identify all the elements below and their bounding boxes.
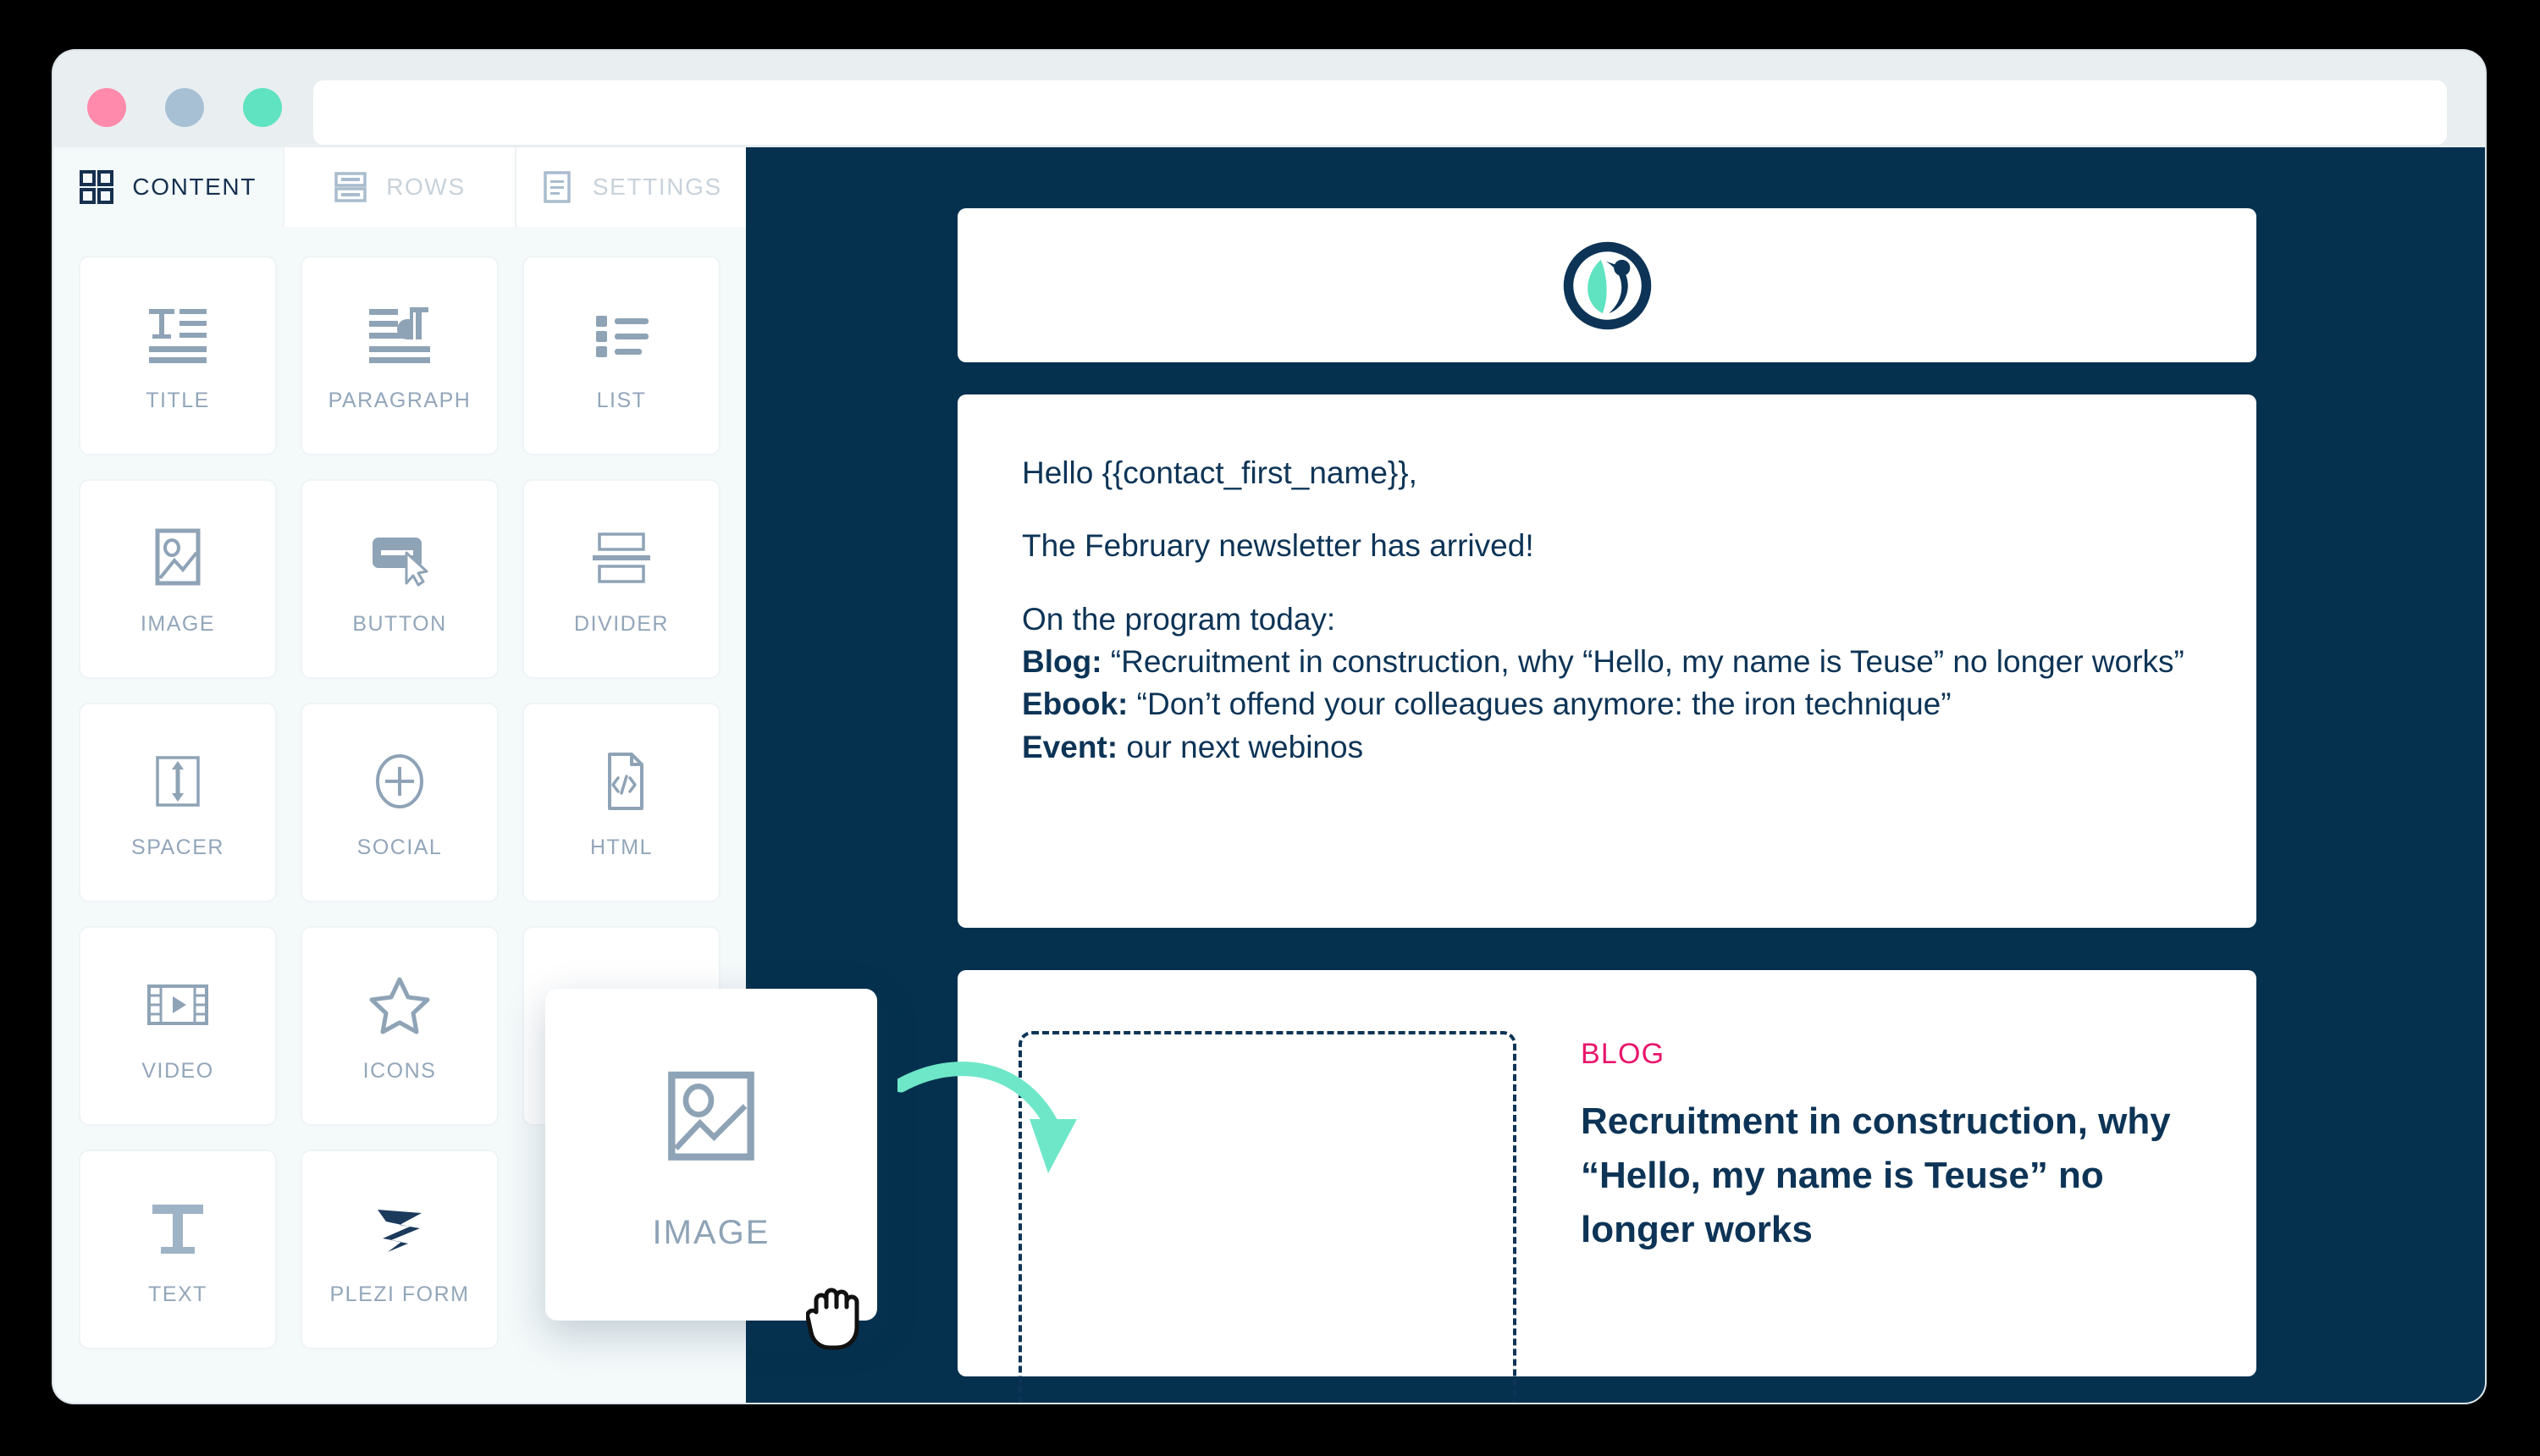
plezi-circle-leaf-logo-icon xyxy=(1559,237,1656,334)
html-code-icon xyxy=(586,746,657,817)
email-greeting: Hello {{contact_first_name}}, xyxy=(1022,455,1417,490)
star-icon xyxy=(364,969,435,1040)
block-button-label: BUTTON xyxy=(352,611,447,636)
block-title-label: TITLE xyxy=(146,388,210,412)
block-list-label: LIST xyxy=(596,388,647,412)
block-video[interactable]: VIDEO xyxy=(79,926,277,1126)
blog-title: Recruitment in construction, why “Hello,… xyxy=(1581,1100,2171,1250)
tab-rows[interactable]: ROWS xyxy=(284,147,516,227)
block-image-label: IMAGE xyxy=(140,611,216,636)
tab-content[interactable]: CONTENT xyxy=(53,147,285,227)
block-spacer[interactable]: SPACER xyxy=(79,703,277,902)
drag-ghost-label: IMAGE xyxy=(652,1213,770,1251)
spacer-icon xyxy=(142,746,213,817)
block-button[interactable]: BUTTON xyxy=(301,479,499,679)
screenshot-stage: CONTENT ROWS SETTINGS TITLE PARAGRAPH LI… xyxy=(0,0,2540,1456)
email-item-ebook-label: Ebook: xyxy=(1022,687,1129,722)
tab-settings-label: SETTINGS xyxy=(592,174,722,200)
divider-icon xyxy=(586,522,657,593)
email-logo-card[interactable] xyxy=(958,208,2256,362)
image-icon xyxy=(142,522,213,593)
blog-card-layout: BLOG Recruitment in construction, why “H… xyxy=(958,970,2256,1403)
email-item-blog-text: “Recruitment in construction, why “Hello… xyxy=(1102,643,2184,679)
window-titlebar xyxy=(53,51,2485,147)
email-item-ebook-text: “Don’t offend your colleagues anymore: t… xyxy=(1128,687,1952,722)
block-html-label: HTML xyxy=(589,835,654,859)
email-item-event: Event: our next webinos xyxy=(1022,726,2192,769)
email-text-card[interactable]: Hello {{contact_first_name}}, The Februa… xyxy=(958,394,2256,928)
block-title[interactable]: TITLE xyxy=(79,256,277,455)
rows-icon xyxy=(334,170,367,204)
maximize-window-button[interactable] xyxy=(243,88,282,127)
close-window-button[interactable] xyxy=(87,88,126,127)
block-icons[interactable]: ICONS xyxy=(301,926,499,1126)
settings-document-icon xyxy=(540,170,574,204)
block-list[interactable]: LIST xyxy=(522,256,721,455)
image-icon xyxy=(652,1058,770,1177)
block-social[interactable]: SOCIAL xyxy=(301,703,499,902)
block-text[interactable]: TEXT xyxy=(79,1150,277,1349)
block-divider-label: DIVIDER xyxy=(574,611,669,636)
block-spacer-label: SPACER xyxy=(131,835,224,859)
block-divider[interactable]: DIVIDER xyxy=(522,479,721,679)
drag-ghost-image-block[interactable]: IMAGE xyxy=(545,989,877,1321)
address-bar[interactable] xyxy=(313,80,2447,145)
email-item-ebook: Ebook: “Don’t offend your colleagues any… xyxy=(1022,683,2192,725)
block-video-label: VIDEO xyxy=(141,1058,214,1083)
tab-rows-label: ROWS xyxy=(386,174,466,200)
email-preview-canvas: Hello {{contact_first_name}}, The Februa… xyxy=(746,147,2485,1403)
block-text-label: TEXT xyxy=(148,1282,207,1306)
blog-copy: BLOG Recruitment in construction, why “H… xyxy=(1581,1031,2197,1376)
email-item-blog: Blog: “Recruitment in construction, why … xyxy=(1022,641,2192,683)
traffic-lights xyxy=(87,88,282,127)
email-intro: The February newsletter has arrived! xyxy=(1022,528,1534,564)
grab-hand-cursor-icon xyxy=(806,1288,859,1350)
social-plus-icon xyxy=(364,746,435,817)
browser-window: CONTENT ROWS SETTINGS TITLE PARAGRAPH LI… xyxy=(53,51,2485,1403)
app-body: CONTENT ROWS SETTINGS TITLE PARAGRAPH LI… xyxy=(53,147,2485,1403)
minimize-window-button[interactable] xyxy=(165,88,204,127)
block-html[interactable]: HTML xyxy=(522,703,721,902)
block-plezi-form-label: PLEZI FORM xyxy=(329,1282,470,1306)
title-icon xyxy=(142,299,213,370)
tab-settings[interactable]: SETTINGS xyxy=(516,147,746,227)
block-plezi-form[interactable]: PLEZI FORM xyxy=(301,1150,499,1349)
block-social-label: SOCIAL xyxy=(356,835,443,859)
email-blog-card[interactable]: BLOG Recruitment in construction, why “H… xyxy=(958,970,2256,1403)
email-item-event-text: our next webinos xyxy=(1118,729,1364,764)
grid-icon xyxy=(80,170,114,204)
block-icons-label: ICONS xyxy=(362,1058,437,1083)
email-program-heading: On the program today: xyxy=(1022,601,1336,637)
email-item-event-label: Event: xyxy=(1022,729,1118,764)
email-item-blog-label: Blog: xyxy=(1022,643,1102,679)
video-icon xyxy=(142,969,213,1040)
button-icon xyxy=(364,522,435,593)
image-dropzone[interactable] xyxy=(1019,1031,1516,1403)
block-paragraph[interactable]: PARAGRAPH xyxy=(301,256,499,455)
tab-content-label: CONTENT xyxy=(132,174,257,200)
paragraph-icon xyxy=(364,299,435,370)
list-icon xyxy=(586,299,657,370)
block-paragraph-label: PARAGRAPH xyxy=(328,388,472,412)
email-body-text: Hello {{contact_first_name}}, The Februa… xyxy=(958,394,2256,769)
text-t-icon xyxy=(142,1193,213,1264)
block-image[interactable]: IMAGE xyxy=(79,479,277,679)
sidebar-tabs: CONTENT ROWS SETTINGS xyxy=(53,147,746,227)
plezi-logo-icon xyxy=(364,1193,435,1264)
blog-kicker: BLOG xyxy=(1581,1038,1665,1070)
